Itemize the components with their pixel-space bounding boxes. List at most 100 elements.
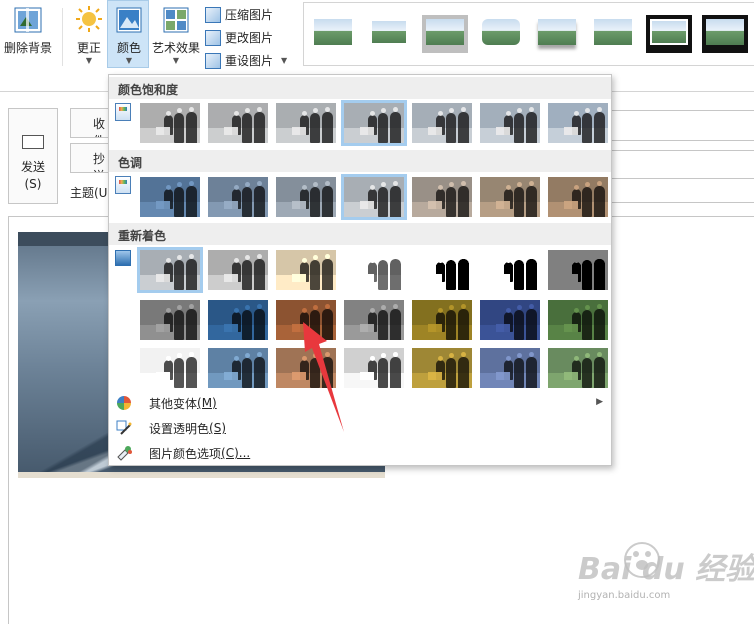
color-variant-swatch[interactable] — [273, 345, 339, 391]
color-variant-swatch[interactable] — [205, 174, 271, 220]
set-transparent-color-item[interactable]: 设置透明色 (S) — [109, 416, 611, 440]
color-variant-swatch[interactable] — [137, 297, 203, 343]
swatch-thumbnail — [208, 348, 268, 388]
corrections-button[interactable]: 更正 ▼ — [73, 4, 105, 65]
subject-field[interactable] — [612, 202, 754, 203]
color-saturation-icon — [115, 103, 131, 121]
color-variant-swatch[interactable] — [477, 247, 543, 293]
menu-item-accelerator: (M) — [197, 396, 217, 410]
artistic-effects-button[interactable]: 艺术效果 ▼ — [152, 4, 200, 65]
menu-item-label: 设置透明色 — [149, 421, 210, 436]
color-variant-swatch[interactable] — [545, 247, 611, 293]
picture-style-thumb[interactable] — [422, 15, 468, 53]
color-variant-swatch[interactable] — [409, 345, 475, 391]
picture-color-options-item[interactable]: 图片颜色选项 (C)... — [109, 441, 611, 465]
compress-pictures-label: 压缩图片 — [225, 8, 274, 22]
color-variant-swatch[interactable] — [341, 345, 407, 391]
menu-item-label: 图片颜色选项 — [149, 446, 222, 461]
color-variant-swatch[interactable] — [545, 345, 611, 391]
color-variant-swatch[interactable] — [477, 297, 543, 343]
color-variant-swatch[interactable] — [205, 297, 271, 343]
section-title: 色调 — [118, 156, 143, 170]
color-variant-swatch[interactable] — [137, 100, 203, 146]
swatch-thumbnail — [412, 103, 472, 143]
ribbon-separator — [62, 8, 63, 66]
swatch-thumbnail — [276, 103, 336, 143]
swatch-thumbnail — [208, 300, 268, 340]
color-variant-swatch[interactable] — [409, 297, 475, 343]
picture-style-thumb[interactable] — [590, 15, 636, 53]
color-variant-swatch[interactable] — [409, 247, 475, 293]
swatch-thumbnail — [344, 177, 404, 217]
color-variant-swatch[interactable] — [477, 345, 543, 391]
remove-background-button[interactable]: 删除背景 — [4, 4, 52, 56]
envelope-icon — [22, 135, 44, 149]
color-variant-swatch[interactable] — [545, 100, 611, 146]
picture-style-thumb[interactable] — [310, 15, 356, 53]
cc-label: 抄送 — [93, 152, 106, 172]
baidu-watermark: Bai du 经验 jingyan.baidu.com — [576, 540, 754, 610]
to-field-bottom — [612, 140, 754, 141]
swatch-thumbnail — [276, 300, 336, 340]
picture-style-thumb[interactable] — [646, 15, 692, 53]
cc-field[interactable] — [612, 150, 754, 151]
color-variant-swatch[interactable] — [137, 247, 203, 293]
swatch-thumbnail — [140, 300, 200, 340]
picture-style-thumb[interactable] — [702, 15, 748, 53]
wand-icon — [116, 420, 132, 436]
color-variant-swatch[interactable] — [409, 174, 475, 220]
color-variant-swatch[interactable] — [545, 297, 611, 343]
color-variant-swatch[interactable] — [341, 100, 407, 146]
color-button[interactable]: 颜色 ▼ — [113, 4, 145, 65]
color-variant-swatch[interactable] — [205, 345, 271, 391]
reset-picture-icon — [205, 52, 221, 69]
swatch-thumbnail — [480, 103, 540, 143]
color-variant-swatch[interactable] — [205, 247, 271, 293]
color-variant-swatch[interactable] — [545, 174, 611, 220]
palette-icon — [116, 395, 132, 411]
color-variant-swatch[interactable] — [273, 297, 339, 343]
cc-button[interactable]: 抄送 — [70, 143, 110, 173]
color-variant-swatch[interactable] — [477, 174, 543, 220]
color-variant-swatch[interactable] — [341, 247, 407, 293]
more-variations-item[interactable]: 其他变体 (M) ▶ — [109, 391, 611, 415]
color-options-icon — [116, 445, 132, 461]
picture-style-thumb[interactable] — [366, 15, 412, 53]
color-variant-swatch[interactable] — [137, 345, 203, 391]
swatch-thumbnail — [276, 250, 336, 290]
picture-color-icon — [113, 4, 145, 36]
color-variant-swatch[interactable] — [273, 247, 339, 293]
picture-style-thumb[interactable] — [534, 15, 580, 53]
color-dropdown-menu: 颜色饱和度 色调 重新着色 其他变体 (M) ▶ 设置透明色 (S) 图片颜色选项(… — [108, 74, 612, 466]
swatch-thumbnail — [480, 300, 540, 340]
send-button[interactable]: 发送 (S) — [8, 108, 58, 204]
subject-label: 主题(U) — [70, 186, 113, 200]
to-button[interactable]: 收件人 — [70, 108, 110, 138]
menu-item-label: 其他变体 — [149, 396, 198, 411]
color-variant-swatch[interactable] — [137, 174, 203, 220]
color-variant-swatch[interactable] — [273, 100, 339, 146]
color-variant-swatch[interactable] — [273, 174, 339, 220]
color-variant-swatch[interactable] — [409, 100, 475, 146]
to-field[interactable] — [612, 110, 754, 111]
send-label: 发送 (S) — [21, 159, 45, 193]
swatch-thumbnail — [276, 177, 336, 217]
change-picture-button[interactable]: 更改图片 — [205, 29, 273, 46]
swatch-thumbnail — [412, 300, 472, 340]
chevron-down-icon: ▼ — [281, 56, 288, 65]
reset-picture-label: 重设图片 — [225, 54, 274, 68]
to-label: 收件人 — [93, 117, 106, 137]
cc-field-bottom — [612, 178, 754, 179]
color-variant-swatch[interactable] — [205, 100, 271, 146]
artistic-effects-icon — [160, 4, 192, 36]
color-variant-swatch[interactable] — [341, 297, 407, 343]
color-variant-swatch[interactable] — [341, 174, 407, 220]
compress-pictures-button[interactable]: 压缩图片 — [205, 6, 273, 23]
color-variant-swatch[interactable] — [477, 100, 543, 146]
swatch-thumbnail — [140, 103, 200, 143]
section-header-recolor: 重新着色 — [109, 223, 611, 245]
reset-picture-button[interactable]: 重设图片 ▼ — [205, 52, 287, 69]
swatch-thumbnail — [208, 177, 268, 217]
picture-style-thumb[interactable] — [478, 15, 524, 53]
section-title: 重新着色 — [118, 229, 167, 243]
